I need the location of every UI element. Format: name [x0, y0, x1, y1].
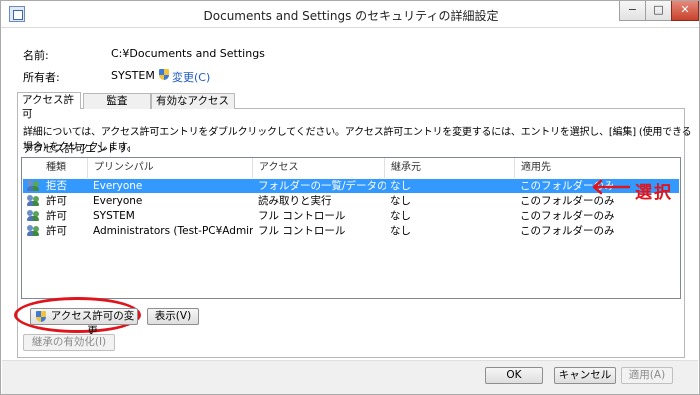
- cell-type: 許可: [46, 195, 67, 207]
- cell-applies-to: このフォルダーのみ: [520, 210, 615, 222]
- cell-applies-to: このフォルダーのみ: [520, 225, 615, 237]
- users-icon: [27, 225, 40, 237]
- column-header-type[interactable]: 種類: [40, 158, 88, 178]
- column-header-applies-to[interactable]: 適用先: [515, 158, 680, 178]
- permission-entries-label: アクセス許可エントリ:: [23, 143, 132, 155]
- uac-shield-icon: [36, 311, 47, 323]
- cell-principal: Administrators (Test-PC¥Admini...: [93, 225, 253, 237]
- cell-inherited-from: なし: [390, 225, 411, 237]
- cell-inherited-from: なし: [390, 195, 411, 207]
- maximize-button[interactable]: □: [645, 1, 672, 21]
- users-icon: [27, 210, 40, 222]
- cell-type: 許可: [46, 225, 67, 237]
- owner-value: SYSTEM: [111, 69, 155, 82]
- name-label: 名前:: [23, 49, 49, 62]
- cell-access: フォルダーの一覧/データの読み...: [258, 180, 386, 192]
- cell-inherited-from: なし: [390, 180, 411, 192]
- ok-button[interactable]: OK: [485, 367, 543, 384]
- cell-access: フル コントロール: [258, 225, 346, 237]
- table-row[interactable]: 拒否 Everyone フォルダーの一覧/データの読み... なし このフォルダ…: [23, 179, 679, 193]
- table-row[interactable]: 許可 SYSTEM フル コントロール なし このフォルダーのみ: [23, 209, 679, 223]
- window-title: Documents and Settings のセキュリティの詳細設定: [203, 9, 499, 23]
- cell-inherited-from: なし: [390, 210, 411, 222]
- tab-auditing[interactable]: 監査: [83, 93, 151, 109]
- tab-effective-access[interactable]: 有効なアクセス: [151, 93, 235, 109]
- cell-principal: SYSTEM: [93, 210, 135, 222]
- cell-type: 許可: [46, 210, 67, 222]
- close-button[interactable]: ✕: [671, 1, 699, 21]
- uac-shield-icon: [159, 69, 170, 81]
- users-icon: [27, 195, 40, 207]
- column-header-principal[interactable]: プリンシパル: [88, 158, 253, 178]
- column-header-inherited-from[interactable]: 継承元: [385, 158, 515, 178]
- cell-principal: Everyone: [93, 180, 143, 192]
- annotation-select-label: 選択: [635, 183, 673, 203]
- owner-label: 所有者:: [23, 71, 60, 84]
- cell-access: 読み取りと実行: [258, 195, 332, 207]
- table-row[interactable]: 許可 Administrators (Test-PC¥Admini... フル …: [23, 224, 679, 238]
- tab-permissions[interactable]: アクセス許可: [17, 92, 81, 120]
- permission-entries-list[interactable]: 種類 プリンシパル アクセス 継承元 適用先 拒否 Everyone フォルダー…: [21, 157, 681, 299]
- title-bar[interactable]: Documents and Settings のセキュリティの詳細設定 − □ …: [1, 1, 699, 28]
- cell-type: 拒否: [46, 180, 67, 192]
- table-row[interactable]: 許可 Everyone 読み取りと実行 なし このフォルダーのみ: [23, 194, 679, 208]
- name-value: C:¥Documents and Settings: [111, 47, 265, 60]
- cell-access: フル コントロール: [258, 210, 346, 222]
- cell-principal: Everyone: [93, 195, 143, 207]
- column-header-access[interactable]: アクセス: [253, 158, 385, 178]
- enable-inheritance-button[interactable]: 継承の有効化(I): [23, 334, 115, 351]
- show-button[interactable]: 表示(V): [147, 308, 199, 325]
- security-advanced-settings-dialog: Documents and Settings のセキュリティの詳細設定 − □ …: [0, 0, 700, 395]
- cancel-button[interactable]: キャンセル: [554, 367, 616, 384]
- change-permissions-button[interactable]: アクセス許可の変更: [30, 308, 138, 337]
- red-arrow-annotation: [592, 179, 631, 195]
- minimize-button[interactable]: −: [619, 1, 646, 21]
- apply-button[interactable]: 適用(A): [621, 367, 673, 384]
- users-icon: [27, 180, 40, 192]
- change-owner-link[interactable]: 変更(C): [172, 69, 210, 85]
